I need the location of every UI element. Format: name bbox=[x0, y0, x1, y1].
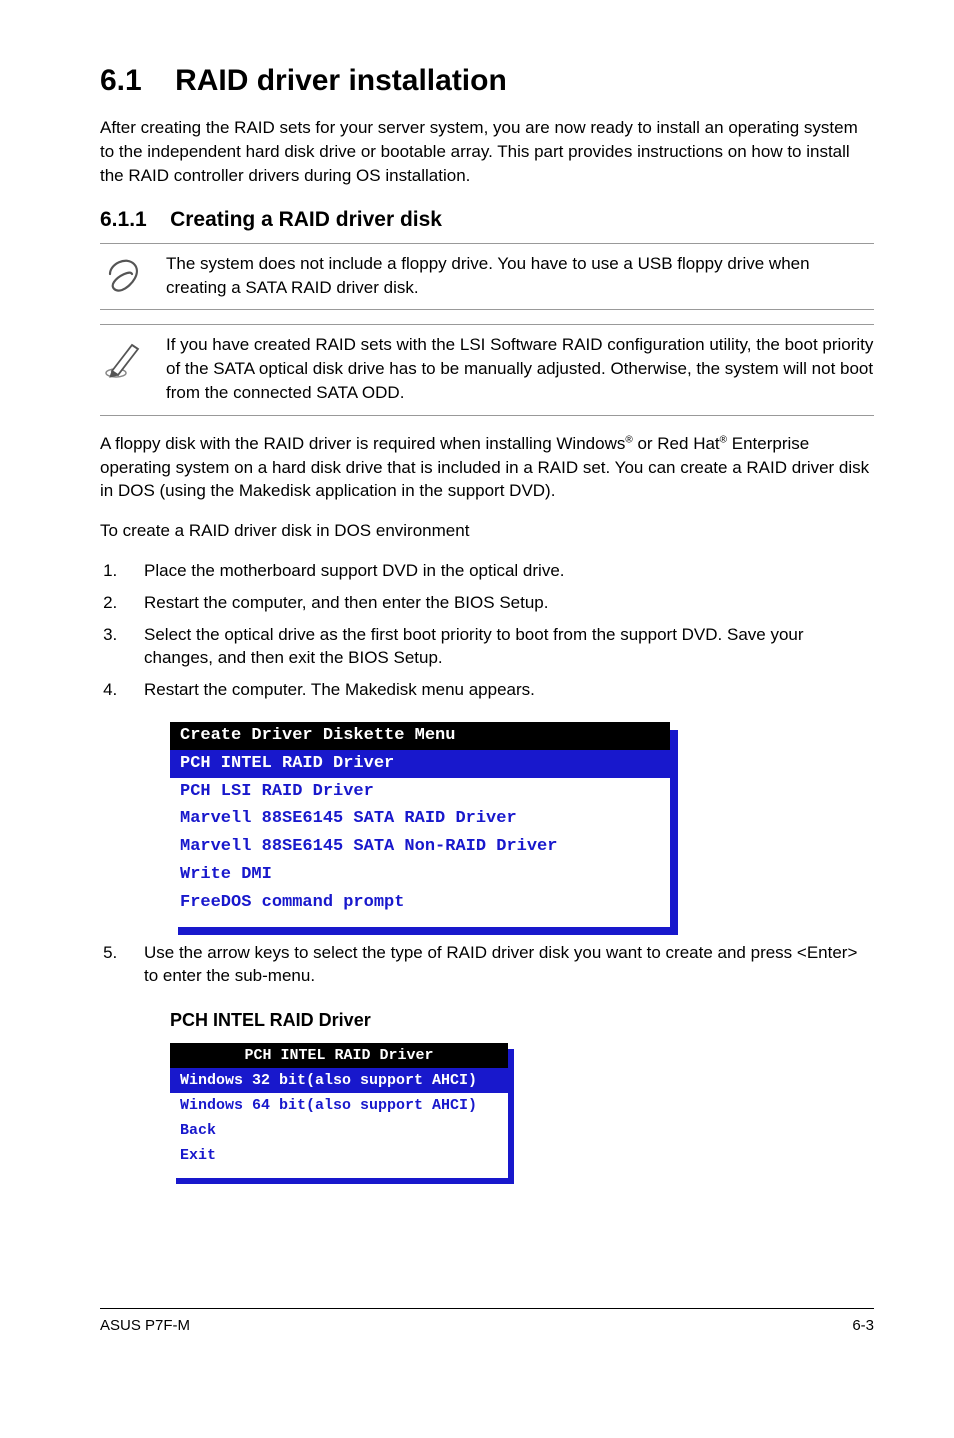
dos-paragraph: To create a RAID driver disk in DOS envi… bbox=[100, 519, 874, 543]
pencil-icon bbox=[100, 333, 148, 381]
menu-item[interactable]: PCH LSI RAID Driver bbox=[170, 778, 670, 806]
note-text-usb: The system does not include a floppy dri… bbox=[166, 252, 874, 300]
registered-icon: ® bbox=[720, 434, 727, 445]
note-block-usb: The system does not include a floppy dri… bbox=[100, 243, 874, 311]
menu-header: Create Driver Diskette Menu bbox=[170, 722, 670, 750]
floppy-paragraph: A floppy disk with the RAID driver is re… bbox=[100, 432, 874, 503]
pch-intel-menu: PCH INTEL RAID Driver Windows 32 bit(als… bbox=[170, 1043, 508, 1178]
footer-page-number: 6-3 bbox=[852, 1315, 874, 1336]
steps-list-continued: Use the arrow keys to select the type of… bbox=[100, 941, 874, 989]
menu-item-selected[interactable]: PCH INTEL RAID Driver bbox=[170, 750, 670, 778]
menu-item[interactable]: FreeDOS command prompt bbox=[170, 889, 670, 917]
registered-icon: ® bbox=[625, 434, 632, 445]
step-item: Place the motherboard support DVD in the… bbox=[122, 559, 874, 583]
section-title: 6.1 RAID driver installation bbox=[100, 60, 874, 102]
section-number: 6.1 bbox=[100, 64, 142, 97]
menu-header: PCH INTEL RAID Driver bbox=[170, 1043, 508, 1068]
subsection-number: 6.1.1 bbox=[100, 208, 147, 231]
step-item: Restart the computer. The Makedisk menu … bbox=[122, 678, 874, 702]
section-heading: RAID driver installation bbox=[175, 64, 507, 97]
subsection-heading: Creating a RAID driver disk bbox=[170, 208, 442, 231]
menu-item[interactable]: Write DMI bbox=[170, 861, 670, 889]
intro-paragraph: After creating the RAID sets for your se… bbox=[100, 116, 874, 187]
step-item: Select the optical drive as the first bo… bbox=[122, 623, 874, 671]
menu-item[interactable]: Windows 64 bit(also support AHCI) bbox=[170, 1093, 508, 1118]
paperclip-icon bbox=[100, 252, 148, 296]
submenu-heading: PCH INTEL RAID Driver bbox=[170, 1008, 874, 1033]
note-text-lsi: If you have created RAID sets with the L… bbox=[166, 333, 874, 404]
subsection-title: 6.1.1 Creating a RAID driver disk bbox=[100, 205, 874, 234]
note-block-lsi: If you have created RAID sets with the L… bbox=[100, 324, 874, 415]
step-item: Restart the computer, and then enter the… bbox=[122, 591, 874, 615]
menu-item[interactable]: Marvell 88SE6145 SATA RAID Driver bbox=[170, 805, 670, 833]
step-item: Use the arrow keys to select the type of… bbox=[122, 941, 874, 989]
page-footer: ASUS P7F-M 6-3 bbox=[100, 1308, 874, 1336]
menu-item-selected[interactable]: Windows 32 bit(also support AHCI) bbox=[170, 1068, 508, 1093]
menu-item[interactable]: Marvell 88SE6145 SATA Non-RAID Driver bbox=[170, 833, 670, 861]
steps-list: Place the motherboard support DVD in the… bbox=[100, 559, 874, 702]
makedisk-menu: Create Driver Diskette Menu PCH INTEL RA… bbox=[170, 722, 874, 927]
menu-item[interactable]: Exit bbox=[170, 1143, 508, 1168]
footer-product: ASUS P7F-M bbox=[100, 1315, 190, 1336]
menu-item[interactable]: Back bbox=[170, 1118, 508, 1143]
